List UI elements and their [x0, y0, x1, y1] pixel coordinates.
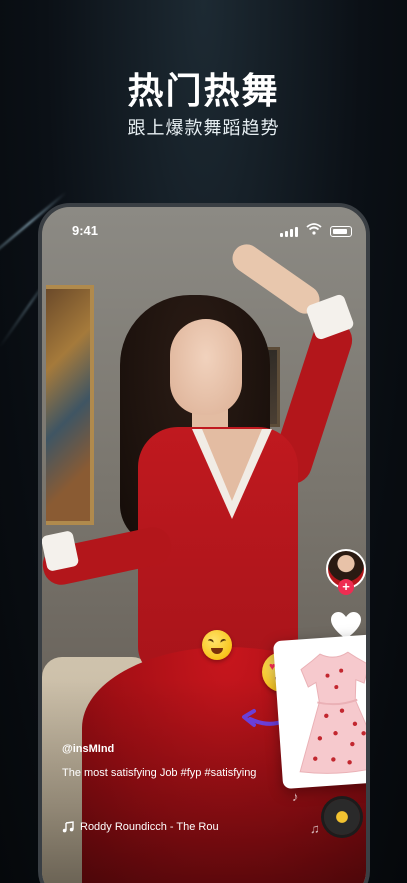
product-dress-image: [299, 651, 366, 774]
creator-username[interactable]: @insMInd: [62, 743, 114, 755]
promo-headline: 热门热舞: [127, 71, 280, 112]
phone-frame: 9:41 + ♥ ♥: [38, 203, 370, 883]
floating-note-icon: ♪: [292, 789, 299, 804]
music-disc-icon[interactable]: [324, 799, 360, 835]
wall-painting: [46, 285, 94, 525]
floating-note-icon: ♫: [310, 821, 320, 836]
video-caption: The most satisfying Job #fyp #satisfying: [62, 767, 257, 779]
status-time: 9:41: [72, 223, 99, 238]
product-card[interactable]: [272, 632, 366, 790]
music-note-icon: [62, 821, 74, 833]
music-title: Roddy Roundicch - The Rou: [80, 821, 219, 833]
battery-icon: [330, 226, 352, 237]
music-info[interactable]: Roddy Roundicch - The Rou: [62, 821, 232, 833]
follow-button[interactable]: +: [338, 579, 354, 595]
dancer-face: [170, 319, 242, 415]
status-bar: 9:41: [42, 207, 366, 247]
dress-neckline: [202, 429, 262, 501]
creator-avatar-group[interactable]: +: [326, 549, 366, 595]
signal-icon: [280, 227, 298, 237]
promo-subline: 跟上爆款舞蹈趋势: [127, 118, 280, 139]
laughing-emoji-icon: [202, 630, 232, 660]
wifi-icon: [306, 223, 322, 235]
